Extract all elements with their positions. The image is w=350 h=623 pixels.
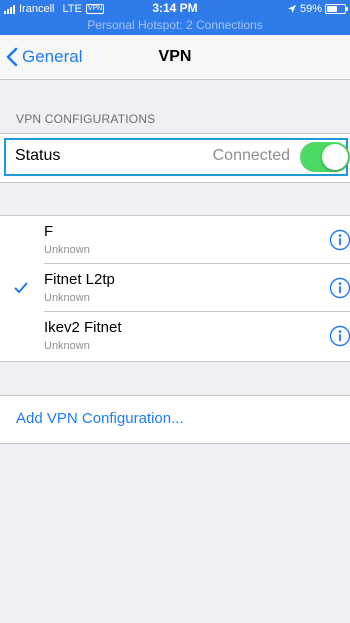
info-circle-icon[interactable] [329, 325, 350, 347]
status-label: Status [15, 147, 61, 164]
hotspot-banner[interactable]: Personal Hotspot: 2 Connections [0, 18, 350, 32]
status-value: Connected [212, 147, 290, 164]
battery-percent: 59% [299, 3, 322, 15]
vpn-list: F Unknown Fitnet L2tp Unknown Ikev2 Fitn… [0, 215, 350, 362]
vpn-name: F [44, 223, 54, 240]
vpn-name: Ikev2 Fitnet [44, 319, 122, 336]
add-vpn-configuration-button[interactable]: Add VPN Configuration... [16, 410, 184, 427]
vpn-toggle[interactable] [300, 142, 350, 172]
vpn-item-ikev2-fitnet[interactable]: Ikev2 Fitnet Unknown [0, 312, 350, 360]
vpn-settings-screen: Irancell LTE VPN 3:14 PM 59% Personal Ho… [0, 0, 350, 623]
location-arrow-icon [287, 5, 296, 13]
checkmark-icon [14, 282, 28, 293]
vpn-item-f[interactable]: F Unknown [0, 216, 350, 264]
vpn-status: Unknown [44, 244, 90, 256]
battery-fill [327, 6, 338, 12]
toggle-knob [322, 144, 348, 170]
vpn-name: Fitnet L2tp [44, 271, 115, 288]
battery-icon [325, 4, 348, 14]
add-vpn-row: Add VPN Configuration... [0, 395, 350, 444]
status-bar: Irancell LTE VPN 3:14 PM 59% Personal Ho… [0, 0, 350, 35]
section-header-vpn-configurations: VPN CONFIGURATIONS [16, 112, 156, 126]
info-circle-icon[interactable] [329, 229, 350, 251]
status-bar-right: 59% [287, 2, 348, 16]
navigation-bar: General VPN [0, 35, 350, 80]
vpn-item-fitnet-l2tp[interactable]: Fitnet L2tp Unknown [0, 264, 350, 312]
vpn-status: Unknown [44, 292, 90, 304]
battery-nub [346, 7, 348, 11]
vpn-status: Unknown [44, 340, 90, 352]
info-circle-icon[interactable] [329, 277, 350, 299]
page-title: VPN [158, 48, 192, 65]
